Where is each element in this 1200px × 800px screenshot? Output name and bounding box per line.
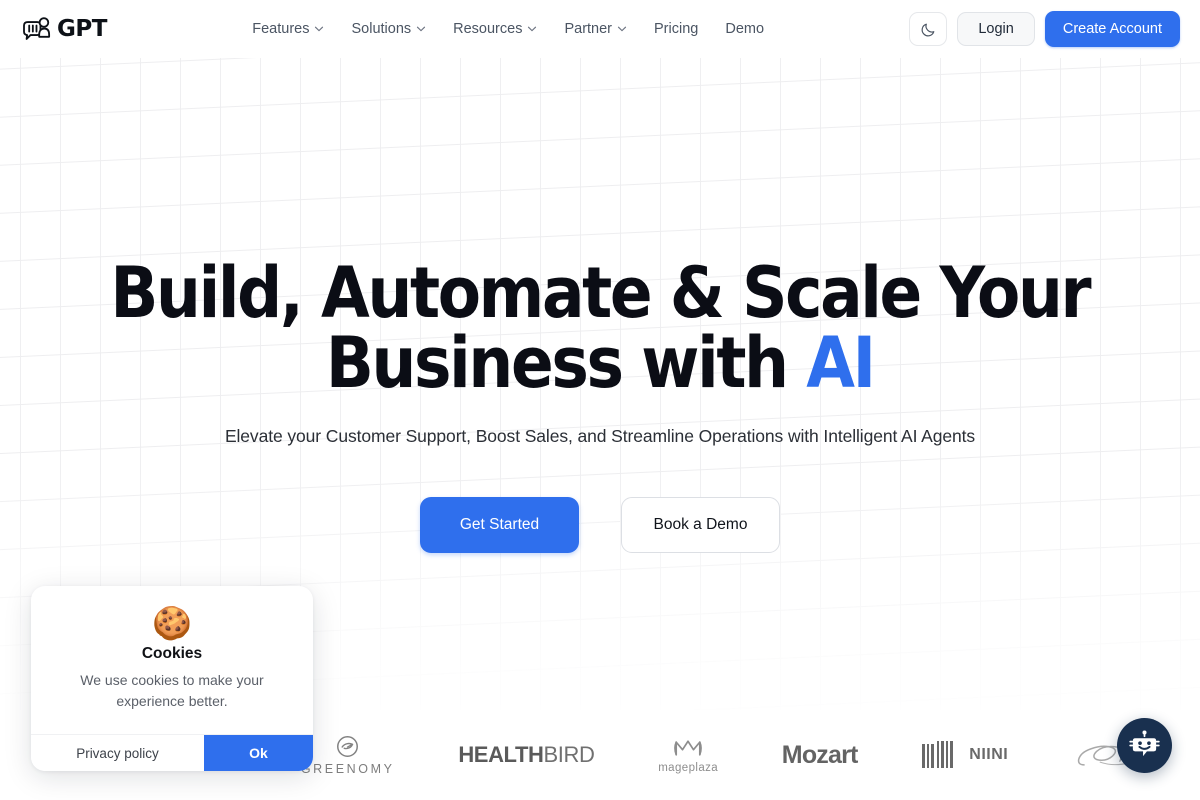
cookie-dialog-message: We use cookies to make your experience b… bbox=[80, 672, 264, 709]
partner-logo-label: mageplaza bbox=[658, 761, 719, 774]
nav-item-label: Pricing bbox=[654, 21, 699, 37]
brand-logo[interactable]: GPT bbox=[22, 16, 107, 42]
privacy-policy-link[interactable]: Privacy policy bbox=[31, 735, 204, 771]
headline-accent: AI bbox=[806, 322, 876, 404]
page-title: Build, Automate & Scale Your Business wi… bbox=[111, 258, 1092, 398]
book-a-demo-button[interactable]: Book a Demo bbox=[621, 497, 780, 553]
cookie-consent-dialog: 🍪 Cookies We use cookies to make your ex… bbox=[31, 586, 313, 771]
partner-logo-niini: NIINI bbox=[921, 740, 1008, 770]
hero-cta-row: Get Started Book a Demo bbox=[420, 497, 780, 553]
headline-line-2: Business with bbox=[326, 322, 807, 404]
partner-logo-label-thin: BIRD bbox=[543, 742, 595, 767]
nav-item-solutions[interactable]: Solutions bbox=[351, 21, 426, 37]
cookie-icon: 🍪 bbox=[152, 605, 192, 641]
hero-subheadline: Elevate your Customer Support, Boost Sal… bbox=[224, 426, 976, 446]
partner-logo-label: Mozart bbox=[781, 740, 859, 769]
nav-item-label: Demo bbox=[725, 21, 765, 37]
partner-logo-label: GREENOMY bbox=[300, 761, 395, 776]
landing-page: GPT Features Solutions Resources Partner… bbox=[0, 0, 1200, 800]
nav-item-label: Features bbox=[252, 21, 310, 37]
chevron-down-icon bbox=[417, 26, 426, 32]
moon-icon bbox=[921, 23, 935, 36]
greenomy-leaf-circle-icon bbox=[337, 735, 359, 757]
robot-chat-icon bbox=[1129, 730, 1160, 757]
top-navigation-bar: GPT Features Solutions Resources Partner… bbox=[0, 0, 1200, 58]
nav-item-label: Resources bbox=[453, 21, 523, 37]
create-account-button[interactable]: Create Account bbox=[1044, 11, 1180, 47]
chevron-down-icon bbox=[617, 26, 627, 32]
nav-item-demo[interactable]: Demo bbox=[725, 21, 764, 37]
partner-logo-label-bold: HEALTH bbox=[458, 742, 544, 767]
nav-item-features[interactable]: Features bbox=[252, 21, 324, 37]
mageplaza-m-mark-icon bbox=[674, 739, 703, 756]
cookie-accept-button[interactable]: Ok bbox=[203, 735, 313, 771]
partner-logo-greenomy: GREENOMY bbox=[301, 735, 395, 776]
nav-item-label: Partner bbox=[564, 21, 613, 37]
robot-chat-logo-icon bbox=[23, 17, 51, 40]
nav-item-label: Solutions bbox=[351, 21, 412, 37]
partner-logo-mageplaza: mageplaza bbox=[658, 737, 718, 774]
niini-bars-icon bbox=[922, 741, 954, 768]
get-started-button[interactable]: Get Started bbox=[420, 497, 579, 553]
cookie-dialog-body: 🍪 Cookies We use cookies to make your ex… bbox=[31, 586, 313, 734]
chevron-down-icon bbox=[528, 26, 537, 32]
nav-item-resources[interactable]: Resources bbox=[453, 21, 537, 37]
cookie-dialog-actions: Privacy policy Ok bbox=[31, 734, 313, 771]
nav-actions: Login Create Account bbox=[909, 11, 1180, 47]
partner-logo-healthbird: HEALTHBIRD bbox=[458, 742, 595, 768]
brand-name: GPT bbox=[57, 15, 107, 42]
partner-logo-label: NIINI bbox=[969, 746, 1009, 763]
nav-item-partner[interactable]: Partner bbox=[564, 21, 627, 37]
nav-links: Features Solutions Resources Partner Pri… bbox=[107, 21, 909, 37]
chat-widget-button[interactable] bbox=[1117, 718, 1172, 773]
theme-toggle-button[interactable] bbox=[909, 12, 948, 46]
partner-logo-mozart: Mozart bbox=[781, 740, 859, 770]
login-button[interactable]: Login bbox=[957, 12, 1035, 46]
nav-item-pricing[interactable]: Pricing bbox=[654, 21, 698, 37]
chevron-down-icon bbox=[315, 26, 324, 32]
cookie-dialog-title: Cookies bbox=[141, 645, 203, 662]
